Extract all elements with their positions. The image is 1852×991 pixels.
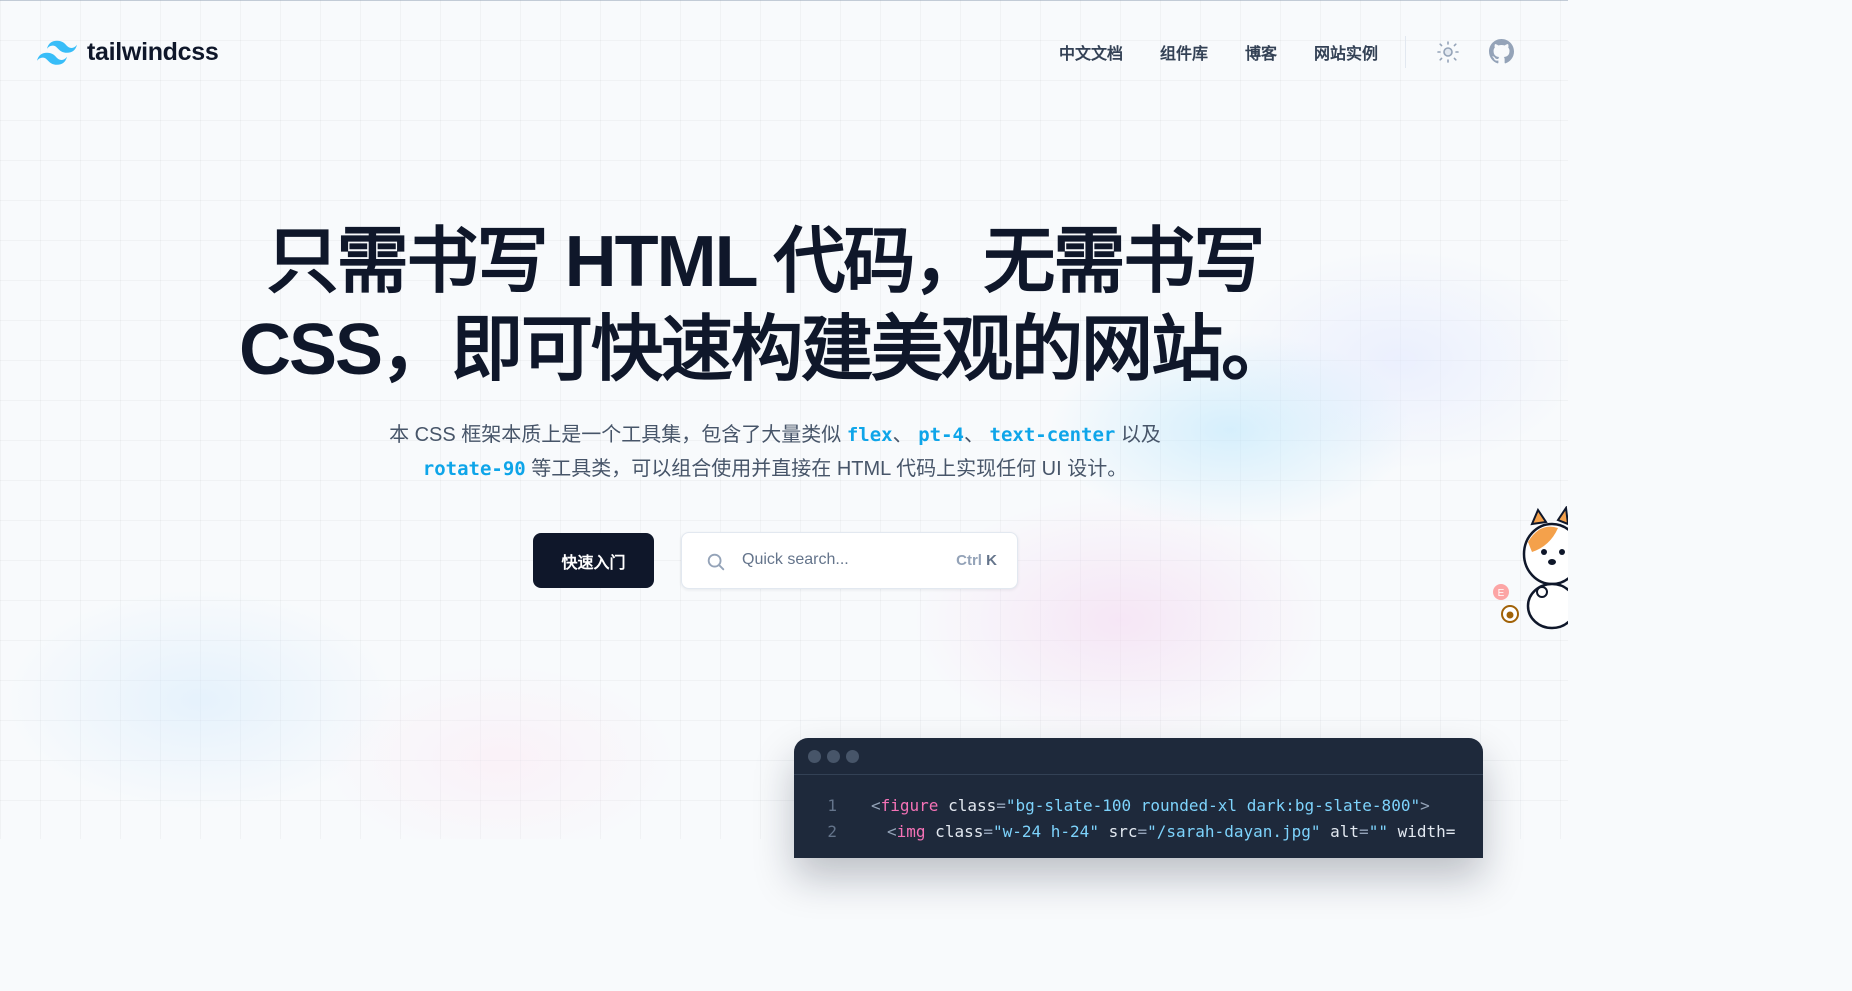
quick-search-button[interactable]: Quick search... Ctrl K — [681, 532, 1018, 589]
site-header: tailwindcss 中文文档 组件库 博客 网站实例 — [0, 0, 1568, 104]
code-token: "bg-slate-100 rounded-xl dark:bg-slate-8… — [1005, 796, 1421, 815]
github-icon[interactable] — [1489, 39, 1514, 64]
code-example-window: 1 <figure class="bg-slate-100 rounded-xl… — [794, 738, 1483, 858]
search-shortcut: Ctrl K — [956, 552, 997, 569]
window-controls — [808, 750, 859, 763]
tailwind-logo-icon — [37, 40, 77, 65]
code-token: < — [871, 796, 881, 815]
nav-item-blog[interactable]: 博客 — [1245, 40, 1277, 64]
hero-description-text-b: 以及 — [1115, 424, 1161, 446]
window-dot — [808, 750, 821, 763]
search-placeholder: Quick search... — [742, 551, 849, 568]
svg-text:E: E — [1498, 588, 1505, 599]
window-dot — [846, 750, 859, 763]
main-nav: 中文文档 组件库 博客 网站实例 — [1059, 40, 1378, 64]
sun-icon[interactable] — [1436, 40, 1460, 64]
code-token: src — [1098, 822, 1138, 841]
logo-link[interactable]: tailwindcss — [37, 38, 219, 67]
code-token: figure — [880, 796, 939, 815]
hero-description: 本 CSS 框架本质上是一个工具集，包含了大量类似 flex、 pt-4、 te… — [340, 418, 1210, 486]
hero-title: 只需书写 HTML 代码，无需书写 CSS，即可快速构建美观的网站。 — [230, 218, 1300, 394]
nav-divider — [1405, 36, 1406, 68]
separator-2: 、 — [963, 424, 990, 446]
code-token: = — [1137, 822, 1148, 841]
logo-text: tailwindcss — [87, 38, 219, 66]
code-token: class — [938, 796, 997, 815]
code-line: 2 <img class="w-24 h-24" src="/sarah-day… — [794, 822, 1483, 848]
window-dot — [827, 750, 840, 763]
code-token: "w-24 h-24" — [992, 822, 1099, 841]
hero-description-text-c: 等工具类，可以组合使用并直接在 HTML 代码上实现任何 UI 设计。 — [525, 458, 1128, 480]
line-number: 2 — [827, 822, 837, 841]
code-line: 1 <figure class="bg-slate-100 rounded-xl… — [794, 796, 1483, 822]
code-rotate-90: rotate-90 — [422, 458, 526, 480]
code-content: <figure class="bg-slate-100 rounded-xl d… — [871, 796, 1430, 815]
code-token: img — [896, 822, 926, 841]
code-text-center: text-center — [989, 424, 1116, 446]
code-content: <img class="w-24 h-24" src="/sarah-dayan… — [887, 822, 1455, 841]
code-token: alt — [1320, 822, 1360, 841]
nav-item-components[interactable]: 组件库 — [1160, 40, 1208, 64]
code-token: > — [1420, 796, 1430, 815]
corgi-mascot-widget[interactable]: E — [1488, 506, 1568, 636]
code-token: = — [1359, 822, 1369, 841]
code-flex: flex — [846, 424, 893, 446]
hero-title-line-2: CSS，即可快速构建美观的网站。 — [238, 310, 1293, 390]
window-separator — [794, 774, 1483, 775]
code-token: width= — [1387, 822, 1456, 841]
hero-title-line-1: 只需书写 HTML 代码，无需书写 — [266, 222, 1266, 302]
code-token: class — [925, 822, 984, 841]
nav-item-showcase[interactable]: 网站实例 — [1314, 40, 1378, 64]
code-token: "" — [1368, 822, 1388, 841]
shortcut-modifier: Ctrl — [956, 552, 982, 569]
corgi-icon — [1522, 506, 1568, 630]
shortcut-key: K — [986, 552, 997, 569]
search-icon — [707, 553, 725, 571]
hero-description-text-a: 本 CSS 框架本质上是一个工具集，包含了大量类似 — [389, 424, 847, 446]
get-started-button[interactable]: 快速入门 — [533, 533, 654, 588]
code-pt-4: pt-4 — [918, 424, 964, 446]
line-number: 1 — [827, 796, 837, 815]
nav-item-docs[interactable]: 中文文档 — [1059, 40, 1123, 64]
code-token: < — [887, 822, 897, 841]
code-token: "/sarah-dayan.jpg" — [1147, 822, 1321, 841]
code-token: = — [996, 796, 1006, 815]
separator-1: 、 — [892, 424, 919, 446]
code-token: = — [983, 822, 993, 841]
